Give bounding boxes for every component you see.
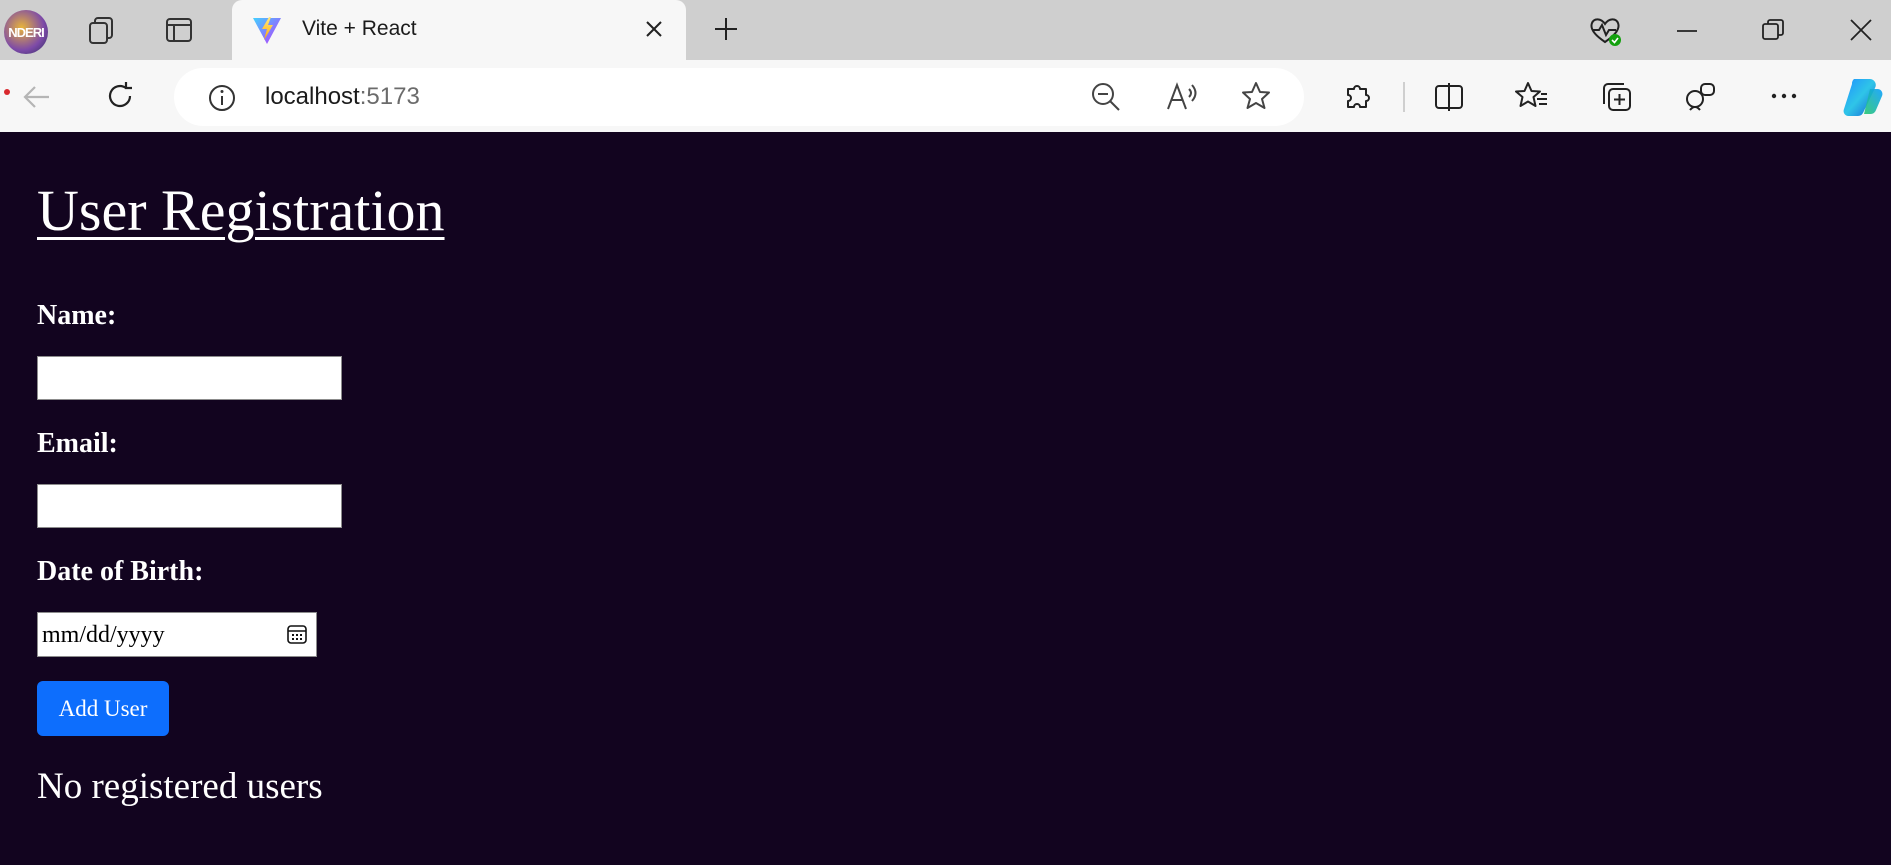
- minimize-icon[interactable]: [1674, 18, 1700, 44]
- url-text[interactable]: localhost:5173: [265, 83, 420, 111]
- profile-avatar[interactable]: NDERI: [4, 10, 48, 54]
- name-input[interactable]: [37, 356, 342, 400]
- page-content: User Registration Name: Email: Date of B…: [0, 132, 1891, 865]
- copilot-icon[interactable]: [1840, 75, 1886, 119]
- more-icon[interactable]: [1768, 80, 1800, 112]
- browser-essentials-icon[interactable]: [1684, 80, 1718, 114]
- tab-strip: NDERI Vite + React: [0, 0, 1891, 60]
- vite-logo-icon: [253, 17, 281, 44]
- favorite-star-icon[interactable]: [1240, 80, 1272, 112]
- close-icon[interactable]: [642, 17, 666, 41]
- dob-placeholder: mm/dd/yyyy: [42, 622, 165, 648]
- name-label: Name:: [37, 300, 117, 331]
- collections-icon[interactable]: [1600, 80, 1634, 114]
- extensions-icon[interactable]: [1341, 79, 1375, 113]
- refresh-icon[interactable]: [104, 80, 136, 112]
- notification-dot: [4, 89, 10, 95]
- calendar-icon[interactable]: [286, 623, 308, 645]
- url-port: :5173: [359, 83, 420, 110]
- read-aloud-icon[interactable]: [1166, 81, 1200, 113]
- url-host: localhost: [265, 83, 360, 110]
- tab-actions-icon[interactable]: [165, 16, 193, 44]
- add-user-button[interactable]: Add User: [37, 681, 169, 736]
- health-icon[interactable]: [1588, 14, 1622, 48]
- back-icon[interactable]: [21, 81, 53, 113]
- site-info-icon[interactable]: [206, 82, 238, 114]
- toolbar-separator: [1403, 82, 1405, 112]
- dob-label: Date of Birth:: [37, 556, 204, 587]
- profile-badge-text: NDERI: [8, 24, 44, 40]
- favorites-icon[interactable]: [1515, 80, 1549, 112]
- window-close-icon[interactable]: [1848, 17, 1874, 43]
- page-title: User Registration: [37, 178, 445, 243]
- email-label: Email:: [37, 428, 118, 459]
- email-input[interactable]: [37, 484, 342, 528]
- split-screen-icon[interactable]: [1433, 81, 1465, 113]
- restore-icon[interactable]: [1760, 17, 1786, 43]
- tab-title: Vite + React: [302, 17, 417, 40]
- dob-date-input[interactable]: mm/dd/yyyy: [37, 612, 317, 657]
- tab-vite-react[interactable]: [232, 0, 686, 60]
- new-tab-icon[interactable]: [712, 15, 740, 43]
- zoom-out-icon[interactable]: [1090, 81, 1122, 113]
- empty-users-message: No registered users: [37, 766, 323, 807]
- workspaces-icon[interactable]: [86, 15, 116, 45]
